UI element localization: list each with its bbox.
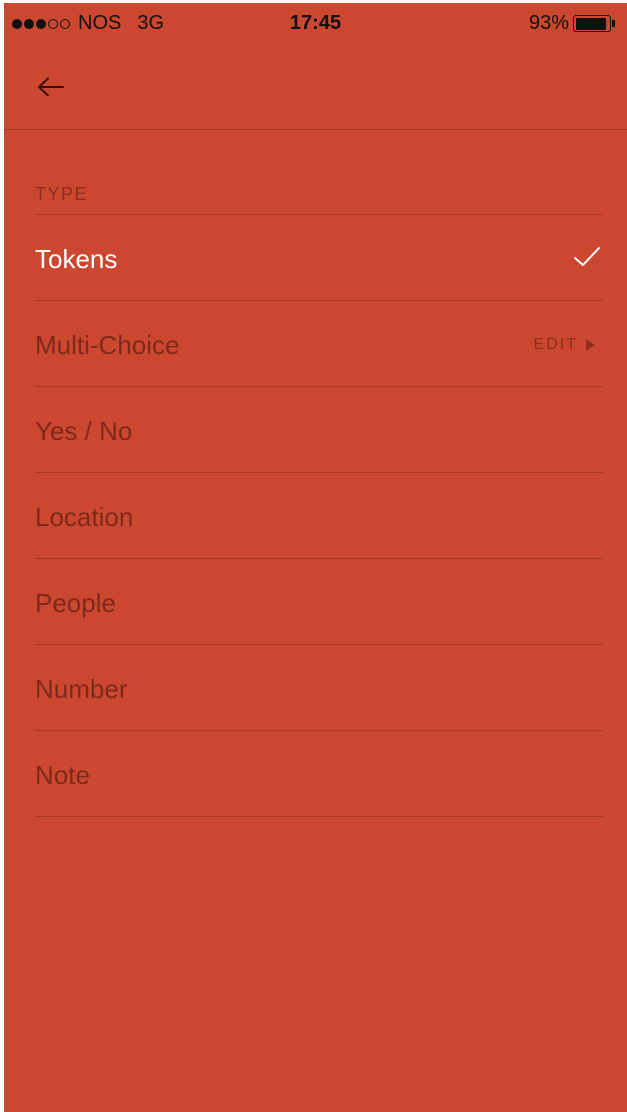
arrow-left-icon <box>38 77 64 97</box>
list-item-number[interactable]: Number <box>35 645 603 731</box>
list-item-label: Location <box>35 502 134 532</box>
battery-percentage: 93% <box>528 12 569 34</box>
type-list: Tokens Multi-Choice EDIT Yes / No Locati… <box>35 214 603 817</box>
status-bar: NOS 3G 17:45 93% <box>4 3 627 43</box>
list-item-label: People <box>35 588 116 618</box>
list-item-label: Number <box>35 674 128 704</box>
battery-icon <box>573 15 611 32</box>
navigation-bar <box>4 43 627 130</box>
list-item-note[interactable]: Note <box>35 731 603 817</box>
checkmark-icon <box>574 247 600 266</box>
list-item-label: Multi-Choice <box>35 330 180 360</box>
list-item-people[interactable]: People <box>35 559 603 645</box>
section-header-type: TYPE <box>35 184 89 204</box>
battery-cap <box>612 20 615 27</box>
edit-button[interactable]: EDIT <box>534 336 595 354</box>
list-item-multi-choice[interactable]: Multi-Choice EDIT <box>35 301 603 387</box>
list-item-label: Note <box>35 760 90 790</box>
list-item-tokens[interactable]: Tokens <box>35 215 603 301</box>
list-item-label: Tokens <box>35 244 118 274</box>
back-button[interactable] <box>34 73 66 101</box>
list-item-location[interactable]: Location <box>35 473 603 559</box>
edit-label: EDIT <box>533 336 578 353</box>
screen: NOS 3G 17:45 93% TYPE Tokens Multi-Choic… <box>4 3 627 1112</box>
list-item-yes-no[interactable]: Yes / No <box>35 387 603 473</box>
play-icon <box>586 339 595 351</box>
list-item-label: Yes / No <box>35 416 133 446</box>
status-bar-right: 93% <box>529 12 615 35</box>
battery-level <box>575 17 607 30</box>
